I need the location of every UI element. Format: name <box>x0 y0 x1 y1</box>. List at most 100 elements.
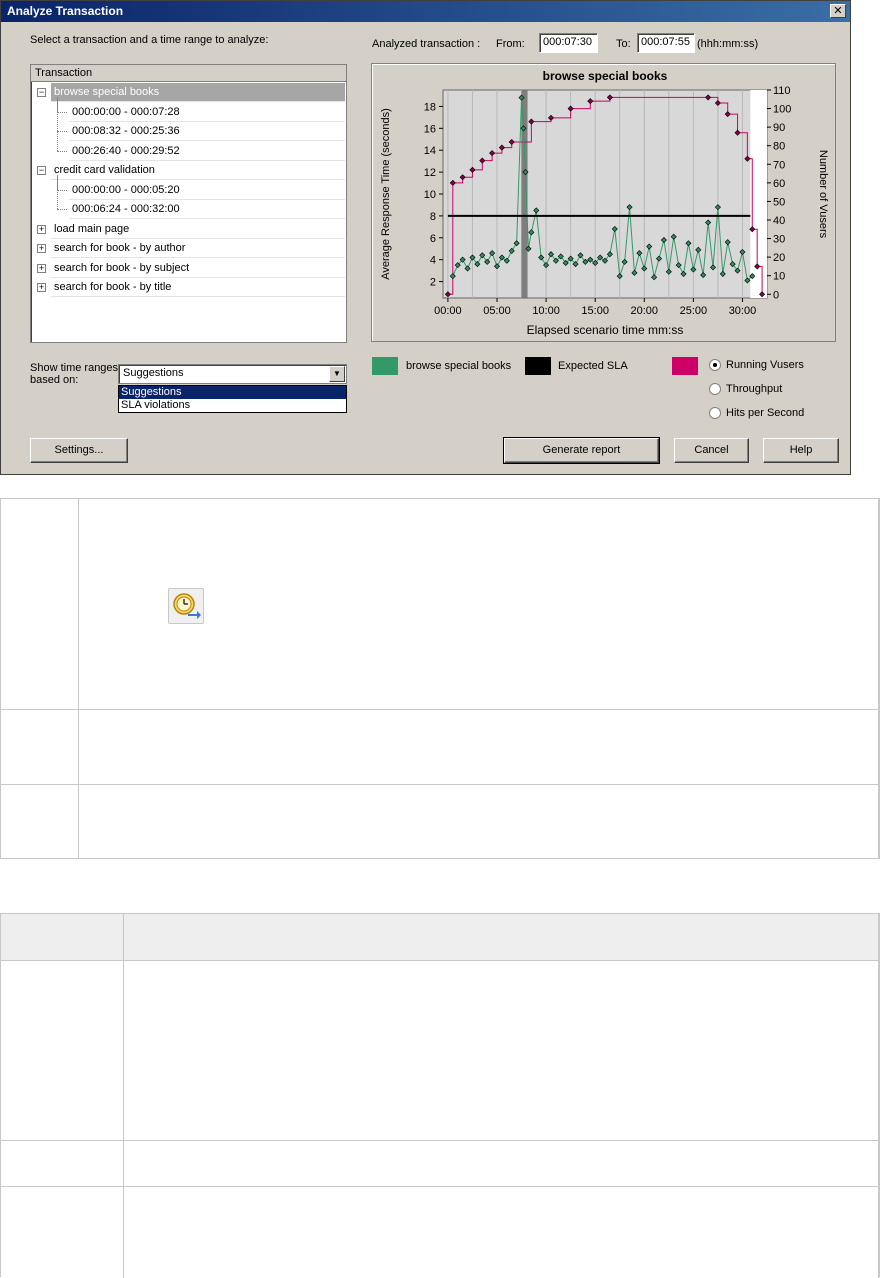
analyzed-transaction-label: Analyzed transaction : <box>372 38 481 50</box>
table1-key-cell <box>1 710 79 785</box>
y-tick-label: 4 <box>430 255 436 267</box>
tree-item-transaction[interactable]: search for book - by title <box>51 278 345 297</box>
x-tick-label: 05:00 <box>483 305 511 317</box>
tree-column-header: Transaction <box>31 65 346 82</box>
response-time-chart: browse special books Elapsed scenario tim… <box>380 69 829 337</box>
tree-item-time-range[interactable]: 000:08:32 - 000:25:36 <box>69 122 345 141</box>
y2-tick-label: 30 <box>773 234 785 246</box>
clock-arrow-icon <box>168 588 204 624</box>
y2-tick-label: 10 <box>773 271 785 283</box>
transaction-tree[interactable]: Transaction browse special books −000:00:… <box>30 64 347 343</box>
tree-item-label: search for book - by author <box>54 242 186 254</box>
table1-key-cell <box>1 499 79 710</box>
table2-key-cell <box>1 1141 124 1187</box>
y-axis-label: Average Response Time (seconds) <box>380 108 392 280</box>
settings-button[interactable]: Settings... <box>30 438 128 463</box>
x-tick-label: 15:00 <box>581 305 609 317</box>
y2-tick-label: 80 <box>773 141 785 153</box>
from-label: From: <box>496 38 525 50</box>
tree-connector <box>57 111 67 113</box>
tree-connector <box>57 131 67 132</box>
tree-connector <box>57 189 67 191</box>
generate-report-button[interactable]: Generate report <box>503 437 660 464</box>
x-tick-label: 25:00 <box>680 305 708 317</box>
y2-tick-label: 50 <box>773 196 785 208</box>
y-tick-label: 10 <box>424 189 436 201</box>
expand-icon[interactable]: + <box>37 244 46 253</box>
tree-item-label: credit card validation <box>54 164 155 176</box>
legend-swatch-browse <box>372 357 398 375</box>
radio-throughput[interactable] <box>709 383 721 395</box>
analyze-transaction-dialog: Analyze Transaction ✕ Select a transacti… <box>0 0 851 475</box>
legend-label-browse: browse special books <box>406 360 512 372</box>
collapse-icon[interactable]: − <box>37 88 46 97</box>
chevron-down-icon[interactable]: ▼ <box>329 366 345 382</box>
time-range-combo[interactable]: Suggestions ▼ <box>118 364 347 384</box>
table1-value-cell <box>79 710 879 785</box>
expand-icon[interactable]: + <box>37 283 46 292</box>
y2-tick-label: 20 <box>773 252 785 264</box>
x-axis-label: Elapsed scenario time mm:ss <box>527 323 684 337</box>
table2-key-cell <box>1 961 124 1141</box>
y2-tick-label: 70 <box>773 159 785 171</box>
table2-value-cell <box>124 961 879 1141</box>
y-tick-label: 18 <box>424 101 436 113</box>
x-tick-label: 20:00 <box>631 305 659 317</box>
tree-item-transaction[interactable]: browse special books <box>51 83 345 102</box>
time-range-dropdown[interactable]: Suggestions SLA violations <box>118 385 347 413</box>
legend-label-sla: Expected SLA <box>558 360 628 372</box>
expand-icon[interactable]: + <box>37 263 46 273</box>
table1-value-cell <box>79 785 879 859</box>
tree-item-time-range[interactable]: 000:00:00 - 000:07:28 <box>69 103 345 122</box>
help-button[interactable]: Help <box>763 438 839 463</box>
from-field[interactable]: 000:07:30 <box>539 33 598 53</box>
x-tick-label: 10:00 <box>532 305 560 317</box>
radio-label-throughput: Throughput <box>726 383 783 395</box>
tree-item-time-range[interactable]: 000:26:40 - 000:29:52 <box>69 142 345 161</box>
radio-running-vusers[interactable] <box>709 359 721 371</box>
tree-item-time-range[interactable]: 000:00:00 - 000:05:20 <box>69 181 345 200</box>
radio-hits-per-second[interactable] <box>709 407 721 419</box>
tree-item-label: search for book - by subject <box>54 261 190 274</box>
y2-tick-label: 110 <box>773 85 791 97</box>
tree-item-transaction[interactable]: search for book - by author <box>51 239 345 258</box>
tree-item-time-range[interactable]: 000:06:24 - 000:32:00 <box>69 200 345 219</box>
x-tick-label: 00:00 <box>434 305 462 317</box>
y2-tick-label: 0 <box>773 289 779 301</box>
y2-axis-label: Number of Vusers <box>817 150 829 239</box>
table2-value-cell <box>124 1187 879 1278</box>
combo-value: Suggestions <box>123 367 184 379</box>
to-field[interactable]: 000:07:55 <box>637 33 695 53</box>
y-tick-label: 12 <box>424 167 436 179</box>
time-format-hint: (hhh:mm:ss) <box>697 38 759 50</box>
tree-connector <box>57 175 58 209</box>
to-label: To: <box>616 38 631 50</box>
tree-item-label: load main page <box>54 222 130 235</box>
dialog-titlebar: Analyze Transaction ✕ <box>1 1 850 22</box>
y2-tick-label: 60 <box>773 178 785 190</box>
tree-item-label: browse special books <box>54 86 160 98</box>
cancel-button[interactable]: Cancel <box>674 438 749 463</box>
dropdown-option-suggestions[interactable]: Suggestions <box>119 386 346 399</box>
table2-key-cell <box>1 1187 124 1278</box>
expand-icon[interactable]: + <box>37 224 46 234</box>
tree-connector <box>57 97 58 151</box>
tree-item-transaction[interactable]: search for book - by subject <box>51 259 345 278</box>
tree-item-transaction[interactable]: load main page <box>51 220 345 239</box>
tree-item-label: 000:26:40 - 000:29:52 <box>72 144 180 157</box>
y-tick-label: 8 <box>430 211 436 223</box>
table2-value-cell <box>124 1141 879 1187</box>
tree-item-label: 000:08:32 - 000:25:36 <box>72 125 180 137</box>
legend-swatch-sla <box>525 357 551 375</box>
collapse-icon[interactable]: − <box>37 166 46 175</box>
dropdown-option-sla-violations[interactable]: SLA violations <box>119 399 346 412</box>
tree-item-label: 000:06:24 - 000:32:00 <box>72 203 180 215</box>
y-tick-label: 6 <box>430 233 436 245</box>
close-button[interactable]: ✕ <box>830 4 846 18</box>
chart-title: browse special books <box>543 69 668 83</box>
description-table-2 <box>0 913 880 1278</box>
tree-item-transaction[interactable]: credit card validation <box>51 161 345 180</box>
y2-tick-label: 40 <box>773 215 785 227</box>
tree-connector <box>57 209 67 210</box>
radio-label-hits-per-second: Hits per Second <box>726 407 805 419</box>
